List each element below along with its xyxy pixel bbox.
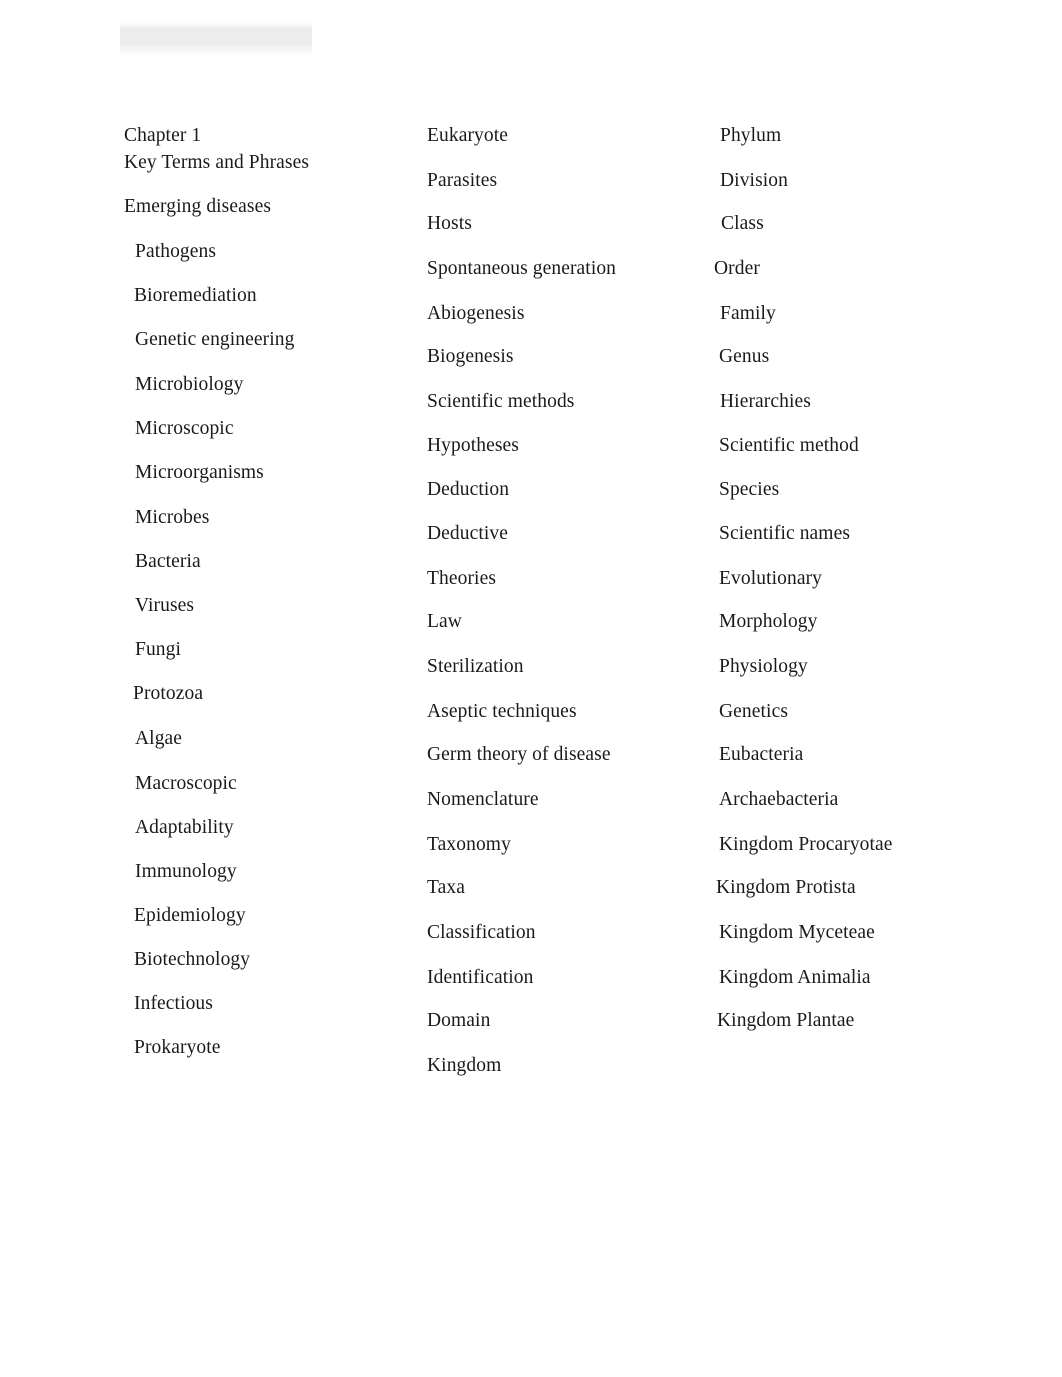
key-term: Evolutionary xyxy=(719,568,823,589)
key-term: Kingdom Myceteae xyxy=(719,922,875,943)
key-term: Hosts xyxy=(427,213,472,234)
key-term: Biotechnology xyxy=(134,949,251,970)
key-term: Family xyxy=(720,303,776,324)
key-term: Prokaryote xyxy=(134,1037,221,1058)
key-term: Hypotheses xyxy=(427,435,519,456)
key-term: Microbes xyxy=(135,507,210,528)
key-term: Microscopic xyxy=(135,418,234,439)
key-term: Taxa xyxy=(427,877,466,898)
key-term: Macroscopic xyxy=(135,773,237,794)
key-term: Division xyxy=(720,170,788,191)
key-term: Genus xyxy=(719,346,770,367)
key-term: Hierarchies xyxy=(720,391,811,412)
key-term: Scientific method xyxy=(719,435,859,456)
key-term: Kingdom Protista xyxy=(716,877,856,898)
key-term: Sterilization xyxy=(427,656,524,677)
key-term: Microorganisms xyxy=(135,462,264,483)
document-page: Chapter 1 Key Terms and Phrases Emerging d… xyxy=(0,0,1062,1377)
key-term: Viruses xyxy=(135,595,195,616)
key-term: Order xyxy=(714,258,760,279)
key-term: Pathogens xyxy=(135,241,217,262)
key-term: Biogenesis xyxy=(427,346,514,367)
key-term: Eukaryote xyxy=(427,125,509,146)
key-term: Spontaneous generation xyxy=(427,258,617,279)
key-term: Morphology xyxy=(719,611,818,632)
key-term: Classification xyxy=(427,922,536,943)
key-term: Genetic engineering xyxy=(135,329,295,350)
key-term: Identification xyxy=(427,967,534,988)
key-term: Infectious xyxy=(134,993,213,1014)
key-term: Phylum xyxy=(720,125,782,146)
key-term: Key Terms and Phrases xyxy=(124,152,310,173)
key-term: Immunology xyxy=(135,861,237,882)
key-term: Kingdom Procaryotae xyxy=(719,834,893,855)
key-term: Domain xyxy=(427,1010,491,1031)
key-term: Archaebacteria xyxy=(719,789,839,810)
key-term: Parasites xyxy=(427,170,498,191)
key-term: Germ theory of disease xyxy=(427,744,611,765)
key-term: Microbiology xyxy=(135,374,244,395)
key-term: Algae xyxy=(135,728,183,749)
key-term: Deductive xyxy=(427,523,509,544)
key-term: Aseptic techniques xyxy=(427,701,577,722)
key-term: Taxonomy xyxy=(427,834,511,855)
page-content: Chapter 1 Key Terms and Phrases Emerging d… xyxy=(0,0,1062,1377)
key-term: Scientific methods xyxy=(427,391,575,412)
key-term: Chapter 1 xyxy=(124,125,202,146)
key-term: Epidemiology xyxy=(134,905,246,926)
key-term: Kingdom Plantae xyxy=(717,1010,855,1031)
key-term: Law xyxy=(427,611,462,632)
key-term: Physiology xyxy=(719,656,808,677)
key-term: Species xyxy=(719,479,780,500)
key-term: Kingdom xyxy=(427,1055,502,1076)
key-term: Kingdom Animalia xyxy=(719,967,871,988)
key-term: Nomenclature xyxy=(427,789,539,810)
key-term: Genetics xyxy=(719,701,789,722)
key-term: Deduction xyxy=(427,479,510,500)
key-term: Abiogenesis xyxy=(427,303,525,324)
key-terms-heading-highlight xyxy=(120,22,312,56)
key-term: Emerging diseases xyxy=(124,196,272,217)
key-term: Bioremediation xyxy=(134,285,257,306)
key-term: Adaptability xyxy=(135,817,234,838)
key-term: Protozoa xyxy=(133,683,204,704)
key-term: Scientific names xyxy=(719,523,851,544)
key-term: Bacteria xyxy=(135,551,201,572)
key-term: Eubacteria xyxy=(719,744,804,765)
key-term: Class xyxy=(721,213,764,234)
key-term: Fungi xyxy=(135,639,182,660)
key-term: Theories xyxy=(427,568,497,589)
